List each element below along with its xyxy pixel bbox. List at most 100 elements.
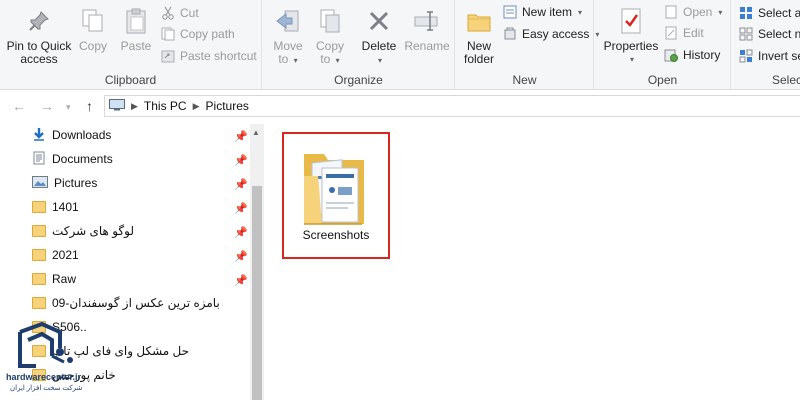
new-group: New folder New item ▾ Easy access ▾ New [456,0,599,90]
delete-x-icon [364,6,394,36]
nav-item-pictures[interactable]: Pictures [32,172,97,194]
screenshots-folder-icon [302,146,372,229]
delete-button[interactable]: Delete ▾ [359,6,399,67]
breadcrumb-separator-icon: ▶ [131,100,138,111]
paste-shortcut-label: Paste shortcut [180,49,257,63]
folder-tile-screenshots[interactable]: Screenshots [282,132,390,259]
chevron-down-icon: ▾ [629,55,634,64]
nav-item-documents[interactable]: Documents [32,148,113,170]
copy-button[interactable]: Copy [76,6,110,53]
copy-to-button[interactable]: Copy to ▾ [313,6,347,67]
breadcrumb-pictures[interactable]: Pictures [206,99,249,113]
breadcrumb-this-pc[interactable]: This PC [144,99,187,113]
copy-icon [78,6,108,36]
watermark-domain: hardwarecenter.ir [6,372,82,382]
nav-item-raw[interactable]: Raw [32,268,76,290]
new-item-button[interactable]: New item ▾ [502,2,582,22]
paste-button[interactable]: Paste [118,6,154,53]
delete-label: Delete [361,39,397,53]
chevron-down-icon: ▾ [377,56,382,65]
paste-shortcut-button[interactable]: Paste shortcut [160,46,257,66]
nav-item-downloads[interactable]: Downloads [32,124,111,146]
copy-path-button[interactable]: Copy path [160,24,235,44]
properties-button[interactable]: Properties ▾ [601,6,661,66]
select-none-button[interactable]: Select no [738,24,800,44]
easy-access-button[interactable]: Easy access ▾ [502,24,599,44]
nav-item-sheep-photos[interactable]: بامزه ترین عکس از گوسفندان-09 [32,292,220,314]
rename-label: Rename [404,39,450,53]
nav-item-label: Pictures [54,176,98,190]
select-group: Select al Select no Invert se Selec [732,0,800,90]
properties-label: Properties [603,39,659,53]
watermark-company-name: شرکت سخت افزار ایران [10,385,83,392]
chevron-down-icon: ▾ [578,7,583,17]
open-button[interactable]: Open ▾ [663,2,722,22]
properties-icon [616,6,646,36]
new-item-icon [502,4,518,20]
pin-icon [24,6,54,36]
easy-access-icon [502,26,518,42]
cut-button[interactable]: Cut [160,3,199,23]
pin-icon[interactable]: 📌 [234,250,248,263]
chevron-down-icon: ▾ [335,56,340,65]
pin-icon[interactable]: 📌 [234,178,248,191]
invert-selection-button[interactable]: Invert se [738,46,800,66]
nav-item-label: 2021 [52,248,79,262]
address-row: ← → ▾ ↑ ▶ This PC ▶ Pictures [0,91,800,121]
chevron-down-icon: ▾ [718,7,723,17]
nav-item-label: لوگو های شرکت [52,224,134,238]
new-folder-icon [464,6,494,36]
pin-icon[interactable]: 📌 [234,154,248,167]
edit-button[interactable]: Edit [663,23,704,43]
edit-icon [663,25,679,41]
select-all-icon [738,5,754,21]
download-arrow-icon [32,127,46,144]
rename-button[interactable]: Rename [403,6,451,53]
organize-group: Move to ▾ Copy to ▾ Delete ▾ Rename Orga… [263,0,455,90]
pin-icon[interactable]: 📌 [234,226,248,239]
copy-path-label: Copy path [180,27,235,41]
pin-to-quick-access-button[interactable]: Pin to Quick access [6,6,72,66]
open-group: Properties ▾ Open ▾ Edit History Open [595,0,731,90]
nav-item-label: Downloads [52,128,112,142]
up-arrow-icon[interactable]: ↑ [86,98,93,114]
new-item-label: New item [522,5,573,19]
history-button[interactable]: History [663,45,720,65]
organize-group-label: Organize [334,73,383,87]
nav-item-label: Raw [52,272,77,286]
folder-tile-label: Screenshots [302,228,370,242]
forward-arrow-icon[interactable]: → [40,98,54,114]
paste-shortcut-icon [160,48,176,64]
nav-item-1401[interactable]: 1401 [32,196,79,218]
folder-icon [32,297,46,309]
new-folder-button[interactable]: New folder [460,6,498,66]
select-group-label: Selec [772,73,800,87]
select-all-button[interactable]: Select al [738,3,800,23]
pin-icon[interactable]: 📌 [234,202,248,215]
cut-label: Cut [180,6,199,20]
scroll-up-icon[interactable]: ▲ [252,128,260,137]
move-to-icon [273,6,303,36]
folder-icon [32,201,46,213]
pin-icon[interactable]: 📌 [234,130,248,143]
recent-locations-chevron-icon[interactable]: ▾ [66,102,71,113]
chevron-down-icon: ▾ [293,56,298,65]
scrollbar-thumb[interactable] [252,186,262,400]
nav-item-logo-folder[interactable]: لوگو های شرکت [32,220,134,242]
content-pane: Screenshots [265,122,800,400]
breadcrumb-separator-icon: ▶ [192,100,200,111]
address-bar[interactable]: ▶ This PC ▶ Pictures [104,95,800,117]
clipboard-icon [121,6,151,36]
folder-icon [32,249,46,261]
pin-icon[interactable]: 📌 [234,274,248,287]
nav-item-label: Documents [52,152,113,166]
documents-icon [32,151,46,168]
copy-path-icon [160,26,176,42]
open-icon [663,4,679,20]
history-icon [663,47,679,63]
ribbon: Pin to Quick access Copy Paste Cut Copy … [0,0,800,90]
back-arrow-icon[interactable]: ← [12,98,26,114]
nav-pane-scrollbar[interactable]: ▲ [250,124,264,400]
move-to-button[interactable]: Move to ▾ [271,6,305,67]
nav-item-2021[interactable]: 2021 [32,244,79,266]
